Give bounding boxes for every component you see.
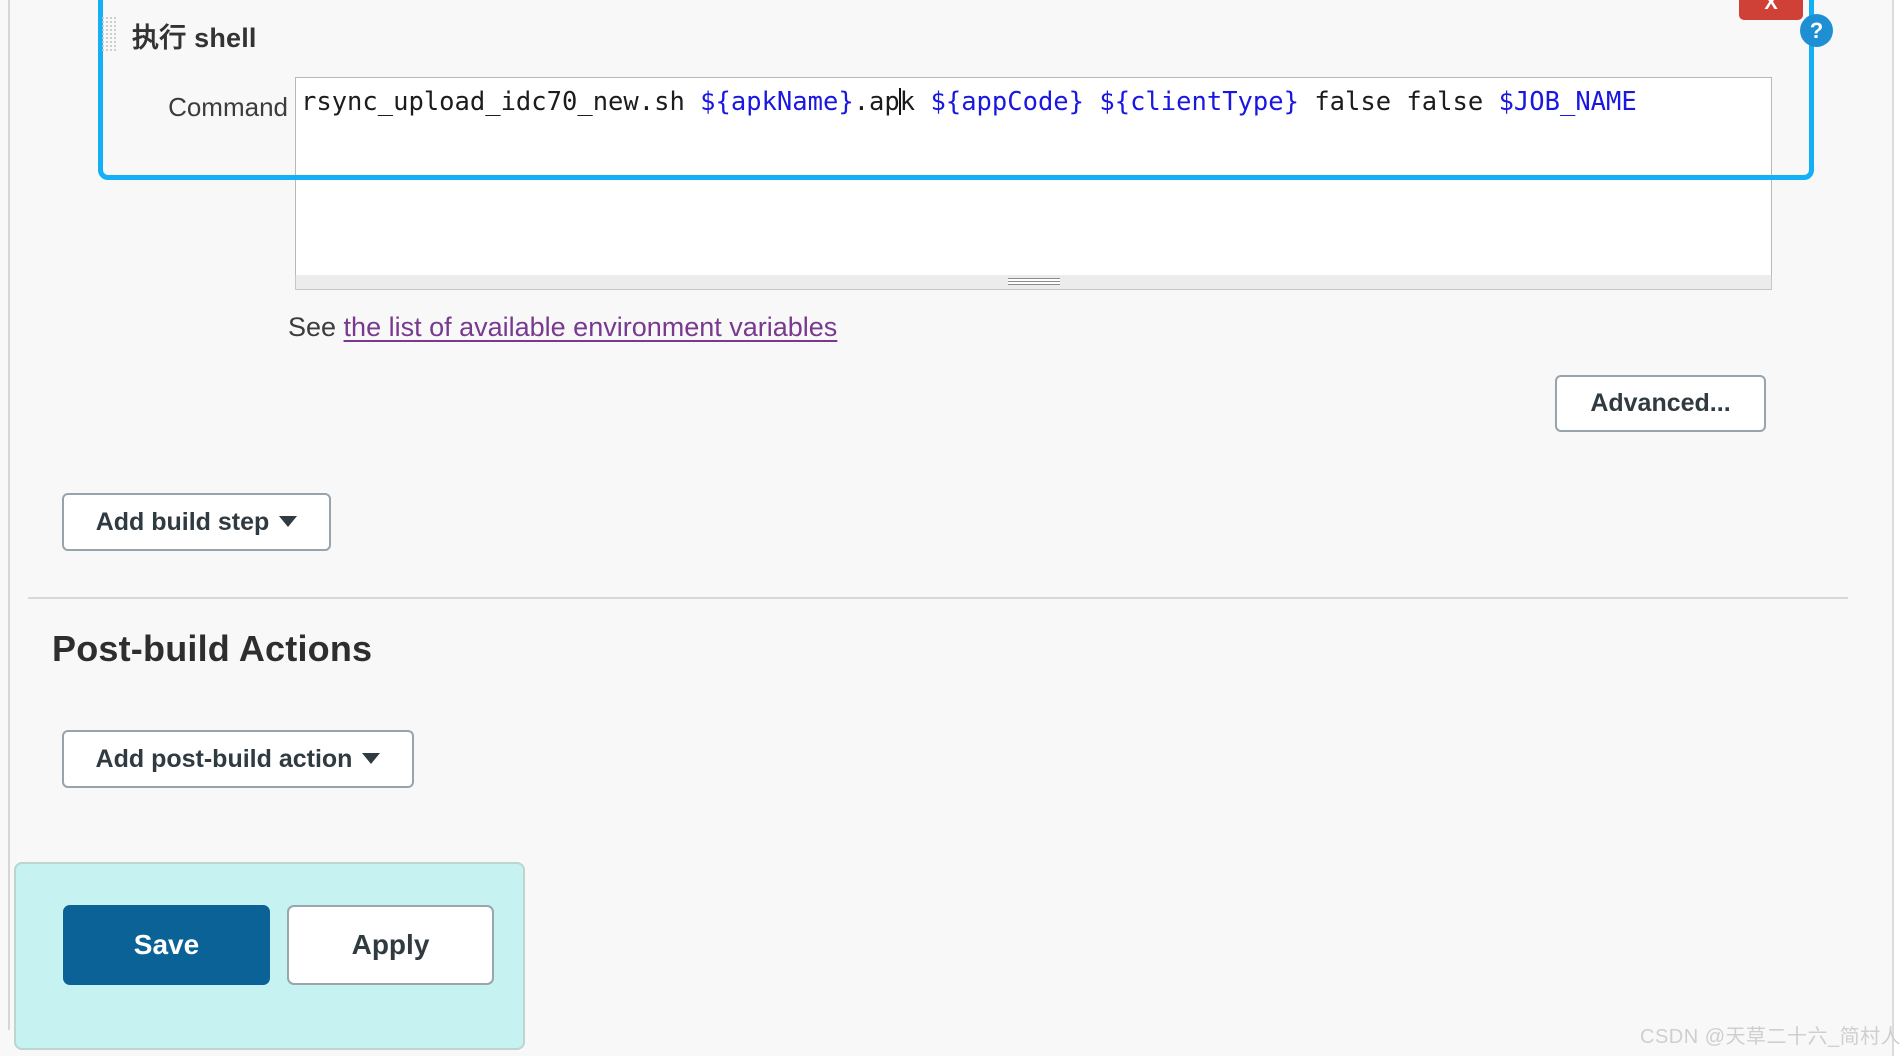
command-text-token: rsync_upload_idc70_new.sh: [301, 87, 701, 117]
jenkins-job-config-page: 执行 shell X ? Command rsync_upload_idc70_…: [0, 0, 1902, 1056]
command-text-token: false false: [1298, 87, 1499, 117]
command-variable-token: $JOB_NAME: [1498, 87, 1637, 117]
apply-button[interactable]: Apply: [287, 905, 494, 985]
add-build-step-label: Add build step: [95, 507, 270, 536]
textarea-resize-handle[interactable]: [295, 275, 1772, 290]
command-variable-token: ${appCode}: [930, 87, 1085, 117]
command-variable-token: ${apkName}: [700, 87, 854, 117]
see-prefix-text: See: [288, 312, 344, 342]
drag-handle-icon[interactable]: [101, 16, 117, 52]
command-text-token: [1084, 87, 1099, 117]
add-post-build-action-button[interactable]: Add post-build action: [62, 730, 414, 788]
command-label: Command: [168, 92, 288, 122]
chevron-down-icon: [362, 752, 381, 764]
command-text-content: rsync_upload_idc70_new.sh ${apkName}.apk…: [296, 78, 1637, 119]
post-build-actions-heading: Post-build Actions: [52, 628, 373, 669]
section-divider: [28, 597, 1848, 599]
delete-build-step-button[interactable]: X: [1739, 0, 1803, 20]
build-step-title: 执行 shell: [132, 23, 257, 53]
add-build-step-button[interactable]: Add build step: [62, 493, 331, 551]
command-variable-token: ${clientType}: [1099, 87, 1299, 117]
add-post-build-label: Add post-build action: [95, 744, 353, 773]
env-vars-help-line: See the list of available environment va…: [288, 312, 837, 343]
watermark: CSDN @天草二十六_简村人: [1640, 1026, 1902, 1048]
env-vars-link[interactable]: the list of available environment variab…: [344, 312, 838, 342]
help-icon[interactable]: ?: [1800, 14, 1833, 47]
chevron-down-icon: [279, 515, 298, 527]
command-text-token: .ap: [853, 87, 900, 117]
advanced-button[interactable]: Advanced...: [1555, 375, 1766, 432]
command-text-token: k: [899, 87, 931, 117]
command-textarea[interactable]: rsync_upload_idc70_new.sh ${apkName}.apk…: [295, 77, 1772, 278]
save-button[interactable]: Save: [63, 905, 270, 985]
page-right-gutter: [1894, 0, 1902, 1056]
